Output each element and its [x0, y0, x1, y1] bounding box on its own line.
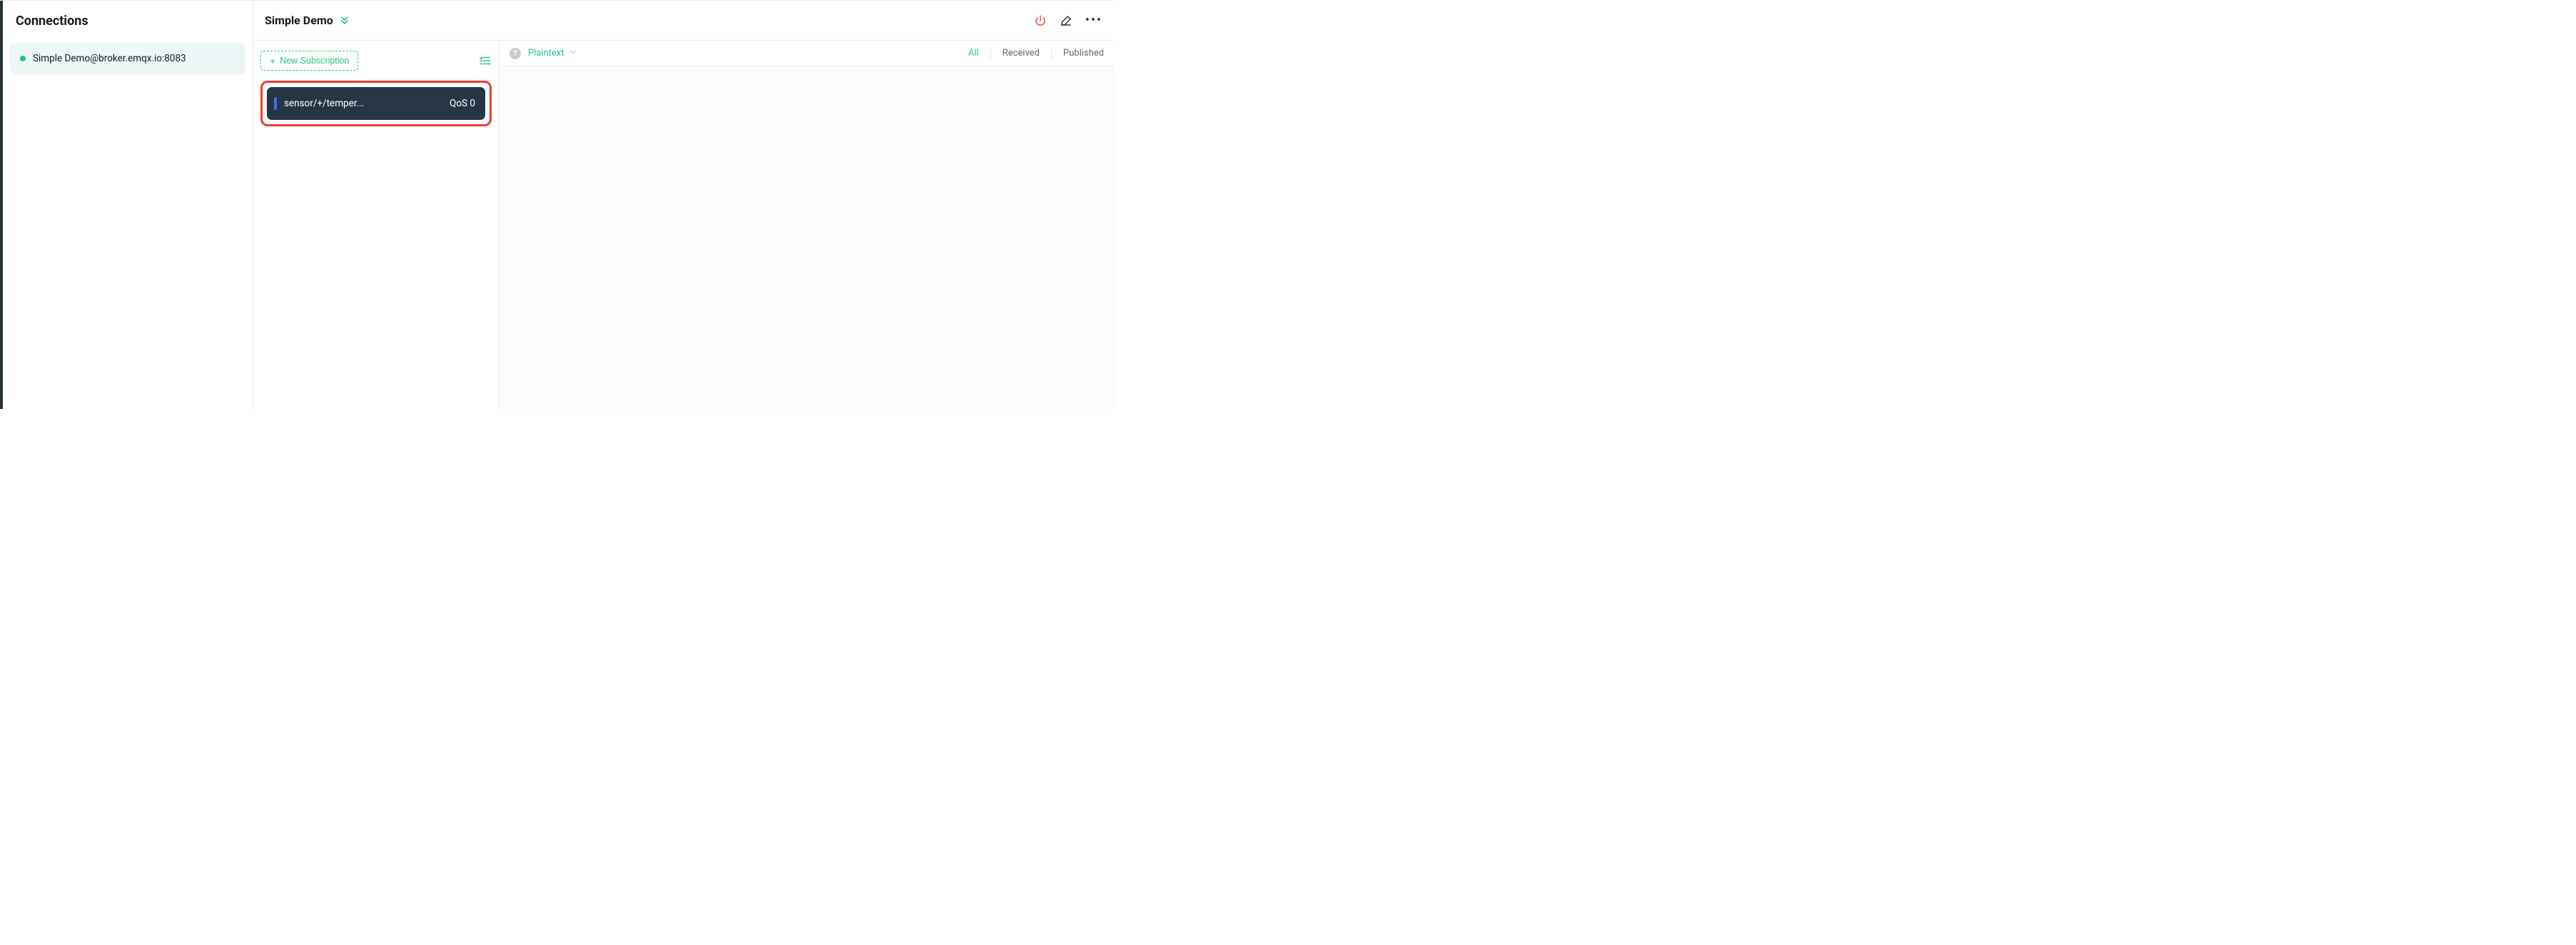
edit-button[interactable]	[1060, 14, 1073, 27]
subscriptions-toolbar: + New Subscription	[260, 51, 492, 71]
connections-header: Connections	[3, 1, 253, 37]
connection-item[interactable]: Simple Demo@broker.emqx.io:8083	[10, 43, 245, 74]
connection-label: Simple Demo@broker.emqx.io:8083	[33, 53, 186, 64]
payload-format-label: Plaintext	[528, 48, 564, 59]
divider	[1051, 49, 1052, 59]
main-header: Simple Demo	[253, 1, 1114, 41]
connections-sidebar: Connections Simple Demo@broker.emqx.io:8…	[3, 1, 253, 409]
messages-toolbar: ? Plaintext All Received	[500, 41, 1114, 66]
payload-format-select[interactable]: Plaintext	[528, 48, 577, 59]
plus-icon: +	[270, 56, 275, 66]
filter-received[interactable]: Received	[1003, 48, 1040, 59]
filter-all[interactable]: All	[968, 48, 979, 59]
help-icon[interactable]: ?	[509, 48, 521, 59]
subscription-qos: QoS 0	[450, 98, 475, 109]
new-subscription-button[interactable]: + New Subscription	[260, 51, 358, 71]
subscription-highlight: sensor/+/temper... QoS 0	[260, 81, 492, 126]
connections-title: Connections	[16, 14, 240, 29]
messages-area	[500, 66, 1114, 409]
subscription-color-stripe	[274, 97, 277, 110]
divider	[990, 49, 991, 59]
expand-chevron-icon[interactable]	[339, 15, 350, 26]
main-panel: Simple Demo	[253, 1, 1114, 409]
subscription-item[interactable]: sensor/+/temper... QoS 0	[267, 87, 485, 120]
main-body: + New Subscription	[253, 41, 1114, 409]
app-root: Connections Simple Demo@broker.emqx.io:8…	[0, 0, 1114, 409]
header-actions: •••	[1034, 14, 1102, 27]
filter-published[interactable]: Published	[1063, 48, 1104, 59]
messages-panel: ? Plaintext All Received	[500, 41, 1114, 409]
subscription-topic: sensor/+/temper...	[284, 98, 364, 109]
chevron-down-icon	[569, 48, 577, 59]
disconnect-button[interactable]	[1034, 14, 1047, 27]
message-filter-tabs: All Received Published	[968, 48, 1104, 59]
connection-title: Simple Demo	[265, 14, 333, 27]
subscriptions-panel: + New Subscription	[253, 41, 500, 409]
new-subscription-label: New Subscription	[280, 56, 349, 66]
subscription-settings-icon[interactable]	[479, 54, 492, 67]
status-dot-icon	[20, 56, 26, 61]
more-menu-button[interactable]: •••	[1085, 14, 1102, 27]
